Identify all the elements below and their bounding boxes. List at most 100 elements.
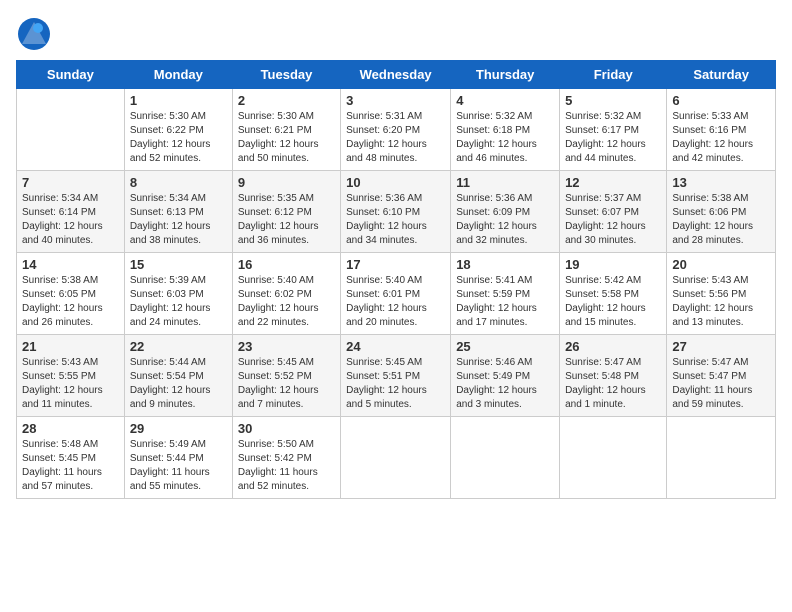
calendar-cell: 13 Sunrise: 5:38 AM Sunset: 6:06 PM Dayli… — [667, 171, 776, 253]
calendar-cell: 7 Sunrise: 5:34 AM Sunset: 6:14 PM Daylig… — [17, 171, 125, 253]
day-number: 15 — [130, 257, 227, 272]
day-number: 23 — [238, 339, 335, 354]
day-number: 20 — [672, 257, 770, 272]
calendar-cell: 23 Sunrise: 5:45 AM Sunset: 5:52 PM Dayli… — [232, 335, 340, 417]
logo-icon — [16, 16, 52, 52]
calendar-cell: 9 Sunrise: 5:35 AM Sunset: 6:12 PM Daylig… — [232, 171, 340, 253]
day-info: Sunrise: 5:45 AM Sunset: 5:52 PM Dayligh… — [238, 356, 335, 412]
day-number: 5 — [565, 93, 661, 108]
day-info: Sunrise: 5:38 AM Sunset: 6:05 PM Dayligh… — [22, 274, 119, 330]
calendar-cell: 15 Sunrise: 5:39 AM Sunset: 6:03 PM Dayli… — [124, 253, 232, 335]
calendar-cell: 28Sunrise: 5:48 AM Sunset: 5:45 PM Dayli… — [17, 417, 125, 499]
calendar-cell: 16 Sunrise: 5:40 AM Sunset: 6:02 PM Dayli… — [232, 253, 340, 335]
day-number: 18 — [456, 257, 554, 272]
day-info: Sunrise: 5:40 AM Sunset: 6:02 PM Dayligh… — [238, 274, 335, 330]
day-info: Sunrise: 5:47 AM Sunset: 5:47 PM Dayligh… — [672, 356, 770, 412]
day-info: Sunrise: 5:30 AM Sunset: 6:21 PM Dayligh… — [238, 110, 335, 166]
day-number: 21 — [22, 339, 119, 354]
calendar-week-5: 28Sunrise: 5:48 AM Sunset: 5:45 PM Dayli… — [17, 417, 776, 499]
day-header-thursday: Thursday — [451, 61, 560, 89]
calendar-cell: 30 Sunrise: 5:50 AM Sunset: 5:42 PM Dayli… — [232, 417, 340, 499]
day-info: Sunrise: 5:31 AM Sunset: 6:20 PM Dayligh… — [346, 110, 445, 166]
day-header-tuesday: Tuesday — [232, 61, 340, 89]
calendar-cell: 1 Sunrise: 5:30 AM Sunset: 6:22 PM Daylig… — [124, 89, 232, 171]
day-number: 24 — [346, 339, 445, 354]
calendar-week-2: 7 Sunrise: 5:34 AM Sunset: 6:14 PM Daylig… — [17, 171, 776, 253]
calendar-cell — [341, 417, 451, 499]
calendar-cell: 19 Sunrise: 5:42 AM Sunset: 5:58 PM Dayli… — [560, 253, 667, 335]
logo — [16, 16, 56, 52]
day-number: 2 — [238, 93, 335, 108]
day-info: Sunrise: 5:34 AM Sunset: 6:14 PM Dayligh… — [22, 192, 119, 248]
calendar-cell — [667, 417, 776, 499]
day-info: Sunrise: 5:46 AM Sunset: 5:49 PM Dayligh… — [456, 356, 554, 412]
day-info: Sunrise: 5:36 AM Sunset: 6:10 PM Dayligh… — [346, 192, 445, 248]
day-info: Sunrise: 5:42 AM Sunset: 5:58 PM Dayligh… — [565, 274, 661, 330]
day-number: 3 — [346, 93, 445, 108]
day-info: Sunrise: 5:41 AM Sunset: 5:59 PM Dayligh… — [456, 274, 554, 330]
day-info: Sunrise: 5:50 AM Sunset: 5:42 PM Dayligh… — [238, 438, 335, 494]
day-header-friday: Friday — [560, 61, 667, 89]
day-number: 11 — [456, 175, 554, 190]
calendar-cell: 26 Sunrise: 5:47 AM Sunset: 5:48 PM Dayli… — [560, 335, 667, 417]
calendar-cell: 5Sunrise: 5:32 AM Sunset: 6:17 PM Daylig… — [560, 89, 667, 171]
calendar-week-1: 1 Sunrise: 5:30 AM Sunset: 6:22 PM Daylig… — [17, 89, 776, 171]
day-number: 25 — [456, 339, 554, 354]
day-info: Sunrise: 5:37 AM Sunset: 6:07 PM Dayligh… — [565, 192, 661, 248]
day-number: 26 — [565, 339, 661, 354]
calendar-cell: 8 Sunrise: 5:34 AM Sunset: 6:13 PM Daylig… — [124, 171, 232, 253]
calendar-cell — [17, 89, 125, 171]
calendar-week-4: 21 Sunrise: 5:43 AM Sunset: 5:55 PM Dayli… — [17, 335, 776, 417]
day-number: 8 — [130, 175, 227, 190]
day-header-sunday: Sunday — [17, 61, 125, 89]
calendar-cell — [560, 417, 667, 499]
calendar-cell: 21 Sunrise: 5:43 AM Sunset: 5:55 PM Dayli… — [17, 335, 125, 417]
day-number: 19 — [565, 257, 661, 272]
calendar-cell: 17 Sunrise: 5:40 AM Sunset: 6:01 PM Dayli… — [341, 253, 451, 335]
day-info: Sunrise: 5:48 AM Sunset: 5:45 PM Dayligh… — [22, 438, 119, 494]
calendar-cell: 25 Sunrise: 5:46 AM Sunset: 5:49 PM Dayli… — [451, 335, 560, 417]
day-info: Sunrise: 5:44 AM Sunset: 5:54 PM Dayligh… — [130, 356, 227, 412]
calendar-cell — [451, 417, 560, 499]
day-info: Sunrise: 5:33 AM Sunset: 6:16 PM Dayligh… — [672, 110, 770, 166]
day-header-wednesday: Wednesday — [341, 61, 451, 89]
day-info: Sunrise: 5:38 AM Sunset: 6:06 PM Dayligh… — [672, 192, 770, 248]
day-number: 29 — [130, 421, 227, 436]
day-number: 13 — [672, 175, 770, 190]
day-info: Sunrise: 5:30 AM Sunset: 6:22 PM Dayligh… — [130, 110, 227, 166]
day-header-saturday: Saturday — [667, 61, 776, 89]
calendar-cell: 10Sunrise: 5:36 AM Sunset: 6:10 PM Dayli… — [341, 171, 451, 253]
day-number: 27 — [672, 339, 770, 354]
day-number: 17 — [346, 257, 445, 272]
day-number: 9 — [238, 175, 335, 190]
page-header — [16, 16, 776, 52]
day-number: 4 — [456, 93, 554, 108]
day-number: 30 — [238, 421, 335, 436]
calendar-week-3: 14Sunrise: 5:38 AM Sunset: 6:05 PM Dayli… — [17, 253, 776, 335]
day-number: 6 — [672, 93, 770, 108]
calendar-cell: 29Sunrise: 5:49 AM Sunset: 5:44 PM Dayli… — [124, 417, 232, 499]
calendar-header: SundayMondayTuesdayWednesdayThursdayFrid… — [17, 61, 776, 89]
day-number: 1 — [130, 93, 227, 108]
calendar-cell: 3 Sunrise: 5:31 AM Sunset: 6:20 PM Daylig… — [341, 89, 451, 171]
day-info: Sunrise: 5:47 AM Sunset: 5:48 PM Dayligh… — [565, 356, 661, 412]
calendar-table: SundayMondayTuesdayWednesdayThursdayFrid… — [16, 60, 776, 499]
calendar-cell: 14Sunrise: 5:38 AM Sunset: 6:05 PM Dayli… — [17, 253, 125, 335]
day-info: Sunrise: 5:39 AM Sunset: 6:03 PM Dayligh… — [130, 274, 227, 330]
calendar-cell: 11Sunrise: 5:36 AM Sunset: 6:09 PM Dayli… — [451, 171, 560, 253]
day-number: 7 — [22, 175, 119, 190]
day-info: Sunrise: 5:45 AM Sunset: 5:51 PM Dayligh… — [346, 356, 445, 412]
calendar-cell: 24 Sunrise: 5:45 AM Sunset: 5:51 PM Dayli… — [341, 335, 451, 417]
calendar-cell: 18 Sunrise: 5:41 AM Sunset: 5:59 PM Dayli… — [451, 253, 560, 335]
day-info: Sunrise: 5:35 AM Sunset: 6:12 PM Dayligh… — [238, 192, 335, 248]
calendar-cell: 22 Sunrise: 5:44 AM Sunset: 5:54 PM Dayli… — [124, 335, 232, 417]
day-info: Sunrise: 5:43 AM Sunset: 5:55 PM Dayligh… — [22, 356, 119, 412]
calendar-cell: 6 Sunrise: 5:33 AM Sunset: 6:16 PM Daylig… — [667, 89, 776, 171]
calendar-cell: 27 Sunrise: 5:47 AM Sunset: 5:47 PM Dayli… — [667, 335, 776, 417]
day-number: 22 — [130, 339, 227, 354]
calendar-cell: 12Sunrise: 5:37 AM Sunset: 6:07 PM Dayli… — [560, 171, 667, 253]
day-info: Sunrise: 5:43 AM Sunset: 5:56 PM Dayligh… — [672, 274, 770, 330]
day-info: Sunrise: 5:34 AM Sunset: 6:13 PM Dayligh… — [130, 192, 227, 248]
day-number: 16 — [238, 257, 335, 272]
day-info: Sunrise: 5:40 AM Sunset: 6:01 PM Dayligh… — [346, 274, 445, 330]
